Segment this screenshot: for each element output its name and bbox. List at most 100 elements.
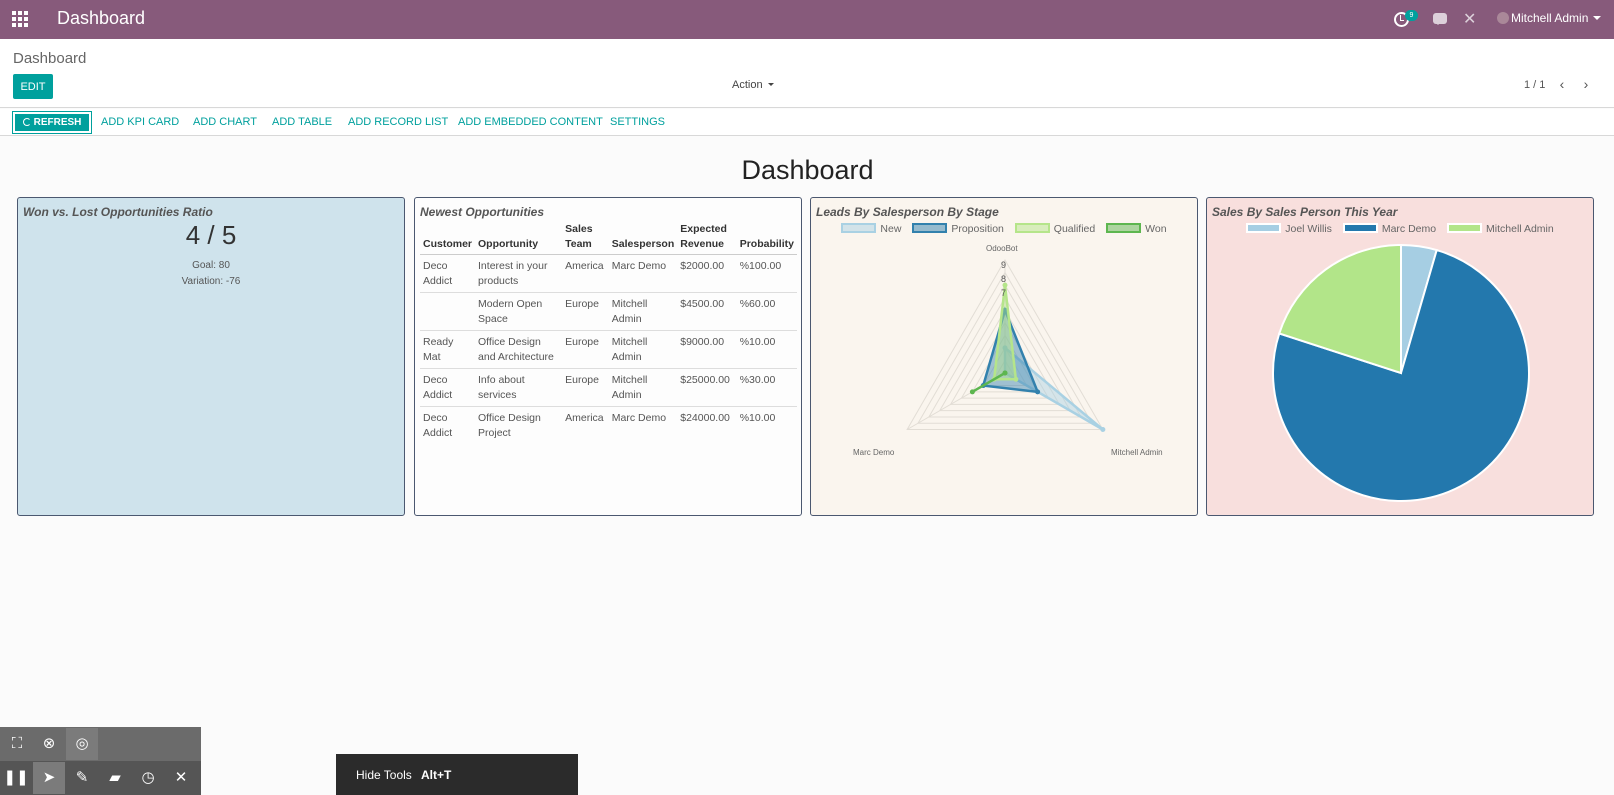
legend-item[interactable]: Proposition (912, 223, 1004, 235)
table-row[interactable]: Deco Addict Interest in your products Am… (420, 254, 797, 293)
legend-label: Joel Willis (1285, 223, 1332, 235)
radar-tick-label: 8 (1001, 274, 1007, 284)
cell-probability: %10.00 (736, 330, 797, 369)
legend-label: Marc Demo (1381, 223, 1437, 235)
cell-probability: %10.00 (739, 412, 776, 424)
chevron-down-icon (1593, 16, 1602, 20)
legend-item[interactable]: Mitchell Admin (1447, 223, 1554, 235)
timer-icon[interactable]: ◷ (132, 762, 164, 794)
screen-tools-panel: ⛶ ⊗ ◎ ❚❚ ➤ ✎ ▰ ◷ ✕ (0, 727, 201, 795)
action-dropdown[interactable]: Action (732, 79, 774, 91)
legend-swatch (1246, 223, 1282, 233)
hide-tools-hint[interactable]: Hide Tools Alt+T (336, 754, 578, 795)
legend-item[interactable]: Qualified (1014, 223, 1096, 235)
opportunities-card[interactable]: Newest Opportunities Customer Opportunit… (414, 197, 802, 516)
column-header[interactable]: Customer (420, 220, 476, 255)
app-title[interactable]: Dashboard (57, 8, 145, 29)
legend-label: Qualified (1053, 223, 1096, 235)
add-table-link[interactable]: ADD TABLE (272, 116, 332, 128)
cell-probability: %60.00 (736, 292, 797, 331)
refresh-button[interactable]: REFRESH (12, 111, 92, 134)
cell-opportunity: Office Design and Architecture (475, 330, 563, 369)
radar-axis-label: Marc Demo (853, 448, 895, 457)
capture-area-icon[interactable]: ⛶ (1, 728, 33, 760)
cell-customer: Deco Addict (420, 368, 476, 407)
legend-swatch (1342, 223, 1378, 233)
pager-next-button[interactable]: › (1579, 77, 1593, 92)
user-name: Mitchell Admin (1511, 11, 1589, 25)
hide-tools-label: Hide Tools (356, 768, 412, 782)
cell-expected-revenue: $4500.00 (677, 292, 737, 331)
legend-item[interactable]: New (841, 223, 901, 235)
chat-icon[interactable] (1433, 13, 1447, 25)
add-embedded-content-link[interactable]: ADD EMBEDDED CONTENT (458, 116, 603, 128)
cell-expected-revenue: $9000.00 (677, 330, 737, 369)
pen-icon[interactable]: ✎ (66, 762, 98, 794)
control-panel: Dashboard EDIT Action 1 / 1 ‹ › (0, 39, 1614, 108)
cursor-highlight-icon[interactable]: ⊗ (33, 728, 65, 760)
legend-item[interactable]: Joel Willis (1246, 223, 1332, 235)
settings-link[interactable]: SETTINGS (610, 116, 665, 128)
pie-chart[interactable] (1207, 238, 1593, 508)
edit-button[interactable]: EDIT (13, 74, 53, 99)
cell-sales-team: America (562, 254, 609, 293)
legend-item[interactable]: Marc Demo (1342, 223, 1437, 235)
kpi-card[interactable]: Won vs. Lost Opportunities Ratio 4 / 5 G… (17, 197, 405, 516)
cell-expected-revenue: $24000.00 (680, 412, 730, 424)
pager-previous-button[interactable]: ‹ (1555, 77, 1569, 92)
kpi-card-title: Won vs. Lost Opportunities Ratio (23, 205, 213, 219)
cell-opportunity: Modern Open Space (475, 292, 563, 331)
legend-item[interactable]: Won (1106, 223, 1167, 235)
cell-expected-revenue: $25000.00 (677, 368, 737, 407)
refresh-label: REFRESH (33, 117, 82, 128)
add-record-list-link[interactable]: ADD RECORD LIST (348, 116, 448, 128)
refresh-icon (22, 118, 31, 126)
dashboard-toolbar: REFRESH ADD KPI CARD ADD CHART ADD TABLE… (0, 109, 1614, 136)
table-row[interactable]: Deco Addict Office Design Project Americ… (420, 407, 797, 445)
pie-card-title: Sales By Sales Person This Year (1212, 205, 1398, 219)
table-row[interactable]: Deco Addict Info about services Europe M… (420, 368, 797, 407)
table-row[interactable]: Ready Mat Office Design and Architecture… (420, 330, 797, 369)
cell-sales-team: Europe (562, 368, 609, 407)
cell-customer (420, 292, 476, 331)
radar-chart-card[interactable]: Leads By Salesperson By Stage New Propos… (810, 197, 1198, 516)
pause-icon[interactable]: ❚❚ (0, 762, 32, 794)
debug-tools-icon[interactable]: ✕ (1463, 9, 1476, 29)
table-row[interactable]: Modern Open Space Europe Mitchell Admin … (420, 292, 797, 331)
pie-legend: Joel Willis Marc Demo Mitchell Admin (1207, 223, 1593, 235)
cell-customer: Deco Addict (423, 412, 453, 439)
highlighter-icon[interactable]: ▰ (99, 762, 131, 794)
screen-tools-bar: ❚❚ ➤ ✎ ▰ ◷ ✕ (0, 761, 201, 795)
cell-opportunity: Interest in your products (475, 254, 563, 293)
user-menu[interactable]: Mitchell Admin (1497, 11, 1602, 25)
radar-tick-label: 7 (1001, 288, 1007, 298)
column-header[interactable]: Opportunity (475, 220, 563, 255)
legend-swatch (841, 223, 877, 233)
cell-salesperson: Mitchell Admin (608, 330, 678, 369)
pie-chart-card[interactable]: Sales By Sales Person This Year Joel Wil… (1206, 197, 1594, 516)
apps-menu-icon[interactable] (12, 11, 28, 27)
chevron-down-icon (767, 83, 774, 86)
radar-point (969, 389, 975, 395)
cell-sales-team: Europe (562, 292, 609, 331)
column-header[interactable]: Expected Revenue (677, 220, 737, 255)
zoom-tool-icon[interactable]: ◎ (66, 728, 98, 760)
cell-salesperson: Mitchell Admin (608, 368, 678, 407)
column-header[interactable]: Probability (736, 220, 797, 255)
cell-customer: Deco Addict (420, 254, 476, 293)
column-header[interactable]: Salesperson (608, 220, 678, 255)
radar-point (1035, 389, 1041, 395)
close-icon[interactable]: ✕ (165, 762, 197, 794)
add-chart-link[interactable]: ADD CHART (193, 116, 257, 128)
cell-probability: %30.00 (736, 368, 797, 407)
legend-label: Won (1145, 223, 1167, 235)
legend-label: Proposition (951, 223, 1004, 235)
opportunities-table: Customer Opportunity Sales Team Salesper… (420, 220, 797, 444)
add-kpi-card-link[interactable]: ADD KPI CARD (101, 116, 179, 128)
breadcrumb: Dashboard (13, 50, 87, 67)
column-header[interactable]: Sales Team (562, 220, 609, 255)
pointer-icon[interactable]: ➤ (33, 762, 65, 794)
radar-point (1002, 370, 1008, 376)
pager-value[interactable]: 1 / 1 (1524, 79, 1545, 91)
cell-customer: Ready Mat (420, 330, 476, 369)
